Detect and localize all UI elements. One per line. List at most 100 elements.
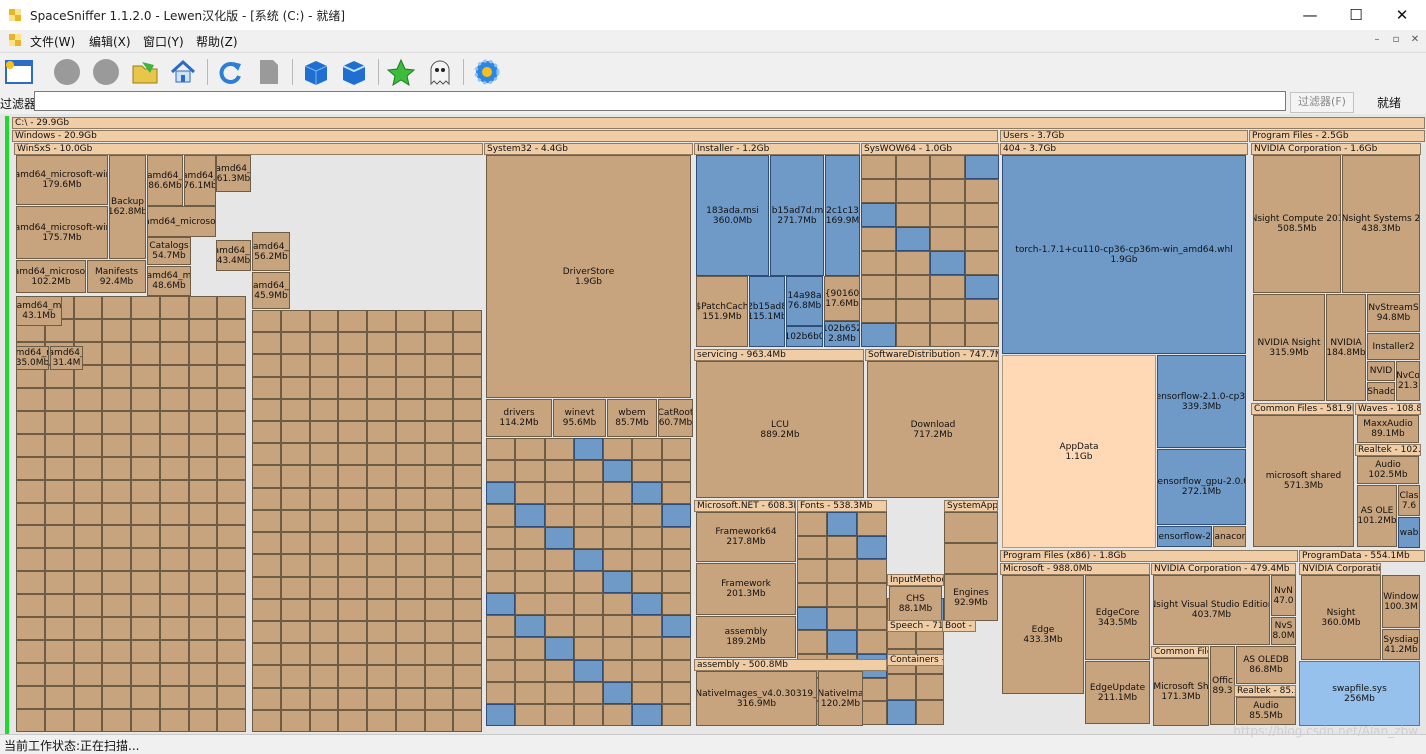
treemap-small-tile[interactable] (367, 532, 396, 555)
treemap-small-tile[interactable] (486, 482, 516, 505)
treemap-small-tile[interactable] (309, 598, 339, 621)
treemap-small-tile[interactable] (964, 155, 999, 179)
treemap-small-tile[interactable] (453, 354, 482, 377)
treemap-small-tile[interactable] (515, 637, 545, 660)
treemap-small-tile[interactable] (395, 354, 425, 377)
treemap-small-tile[interactable] (131, 341, 160, 365)
treemap-small-tile[interactable] (632, 548, 662, 571)
treemap-small-tile[interactable] (73, 594, 103, 618)
treemap-small-tile[interactable] (280, 354, 310, 377)
treemap-small-tile[interactable] (861, 227, 896, 251)
treemap-tile[interactable]: Installer2 (1367, 333, 1420, 360)
treemap-small-tile[interactable] (159, 594, 189, 618)
treemap-small-tile[interactable] (453, 709, 482, 732)
treemap-tile[interactable]: NVID (1367, 361, 1395, 381)
treemap-tile[interactable]: NvS 8.0M (1271, 617, 1296, 645)
treemap-small-tile[interactable] (661, 570, 691, 594)
treemap-small-tile[interactable] (188, 686, 218, 710)
treemap-small-tile[interactable] (603, 526, 633, 549)
treemap-small-tile[interactable] (661, 438, 691, 461)
treemap-tile[interactable]: amd64_76.1Mb (184, 155, 216, 206)
treemap-folder-header[interactable]: Microsoft.NET - 608.3Mb (694, 500, 796, 512)
treemap-small-tile[interactable] (159, 617, 189, 641)
treemap-small-tile[interactable] (544, 548, 574, 571)
treemap-small-tile[interactable] (603, 548, 633, 571)
treemap-small-tile[interactable] (73, 433, 103, 457)
treemap-tile[interactable]: NVIDIA Nsight 315.9Mb (1253, 294, 1325, 401)
treemap-small-tile[interactable] (252, 487, 281, 510)
treemap-folder-header[interactable]: Users - 3.7Gb (1000, 130, 1248, 142)
treemap-small-tile[interactable] (16, 571, 45, 595)
treemap-small-tile[interactable] (486, 460, 516, 483)
treemap-small-tile[interactable] (309, 421, 339, 444)
treemap-small-tile[interactable] (102, 318, 131, 342)
treemap-small-tile[interactable] (102, 410, 131, 434)
treemap-small-tile[interactable] (188, 617, 218, 641)
treemap-small-tile[interactable] (280, 687, 310, 710)
treemap-small-tile[interactable] (367, 554, 396, 577)
treemap-small-tile[interactable] (661, 681, 691, 704)
treemap-small-tile[interactable] (309, 465, 339, 488)
treemap-small-tile[interactable] (217, 479, 246, 503)
treemap-tile[interactable]: Nsight Systems 2 438.3Mb (1342, 155, 1420, 293)
treemap-small-tile[interactable] (486, 526, 516, 549)
treemap-small-tile[interactable] (486, 570, 516, 594)
treemap-small-tile[interactable] (603, 460, 633, 483)
treemap-small-tile[interactable] (887, 674, 916, 700)
treemap-small-tile[interactable] (16, 479, 45, 503)
treemap-small-tile[interactable] (661, 460, 691, 483)
treemap-small-tile[interactable] (338, 376, 367, 399)
treemap-small-tile[interactable] (338, 665, 367, 688)
treemap-small-tile[interactable] (188, 571, 218, 595)
treemap-small-tile[interactable] (915, 674, 944, 700)
treemap-small-tile[interactable] (661, 637, 691, 660)
treemap-tile[interactable]: amd64_ 56.2Mb (252, 232, 290, 271)
treemap-small-tile[interactable] (131, 387, 160, 411)
treemap-small-tile[interactable] (453, 532, 482, 555)
treemap-small-tile[interactable] (544, 615, 574, 638)
treemap-small-tile[interactable] (964, 275, 999, 299)
treemap-small-tile[interactable] (861, 299, 896, 323)
treemap-tile[interactable]: .anacon (1213, 526, 1246, 547)
treemap-tile[interactable]: Framework64 217.8Mb (696, 512, 796, 562)
treemap-small-tile[interactable] (424, 554, 454, 577)
treemap-small-tile[interactable] (632, 615, 662, 638)
treemap-small-tile[interactable] (424, 465, 454, 488)
treemap-small-tile[interactable] (861, 251, 896, 275)
treemap-small-tile[interactable] (252, 532, 281, 555)
treemap-small-tile[interactable] (603, 570, 633, 594)
treemap-tile[interactable]: amd64_ 86.6Mb (147, 155, 183, 206)
treemap-small-tile[interactable] (188, 709, 218, 732)
treemap-small-tile[interactable] (603, 438, 633, 461)
treemap-tile[interactable]: Audio 85.5Mb (1236, 697, 1296, 725)
treemap-tile[interactable]: Catalogs 54.7Mb (147, 237, 191, 265)
treemap-small-tile[interactable] (16, 502, 45, 526)
treemap-small-tile[interactable] (280, 487, 310, 510)
treemap-small-tile[interactable] (159, 296, 189, 319)
treemap-small-tile[interactable] (217, 525, 246, 549)
treemap-small-tile[interactable] (544, 460, 574, 483)
treemap-small-tile[interactable] (603, 593, 633, 616)
treemap-small-tile[interactable] (367, 398, 396, 422)
treemap-small-tile[interactable] (338, 487, 367, 510)
treemap-small-tile[interactable] (515, 681, 545, 704)
treemap-folder-header[interactable]: Microsoft - 988.0Mb (1000, 563, 1150, 575)
treemap-tile[interactable]: tensorflow-2. (1157, 526, 1212, 547)
treemap-tile[interactable]: Sysdiag 41.2Mb (1382, 629, 1420, 660)
treemap-tile[interactable]: $PatchCach 151.9Mb (696, 276, 748, 347)
treemap-small-tile[interactable] (395, 665, 425, 688)
treemap-small-tile[interactable] (453, 665, 482, 688)
treemap-small-tile[interactable] (661, 526, 691, 549)
treemap-small-tile[interactable] (453, 310, 482, 333)
treemap-small-tile[interactable] (102, 594, 131, 618)
treemap-small-tile[interactable] (159, 387, 189, 411)
treemap-tile[interactable]: amd64_ 31.4M (50, 346, 83, 370)
treemap-small-tile[interactable] (252, 354, 281, 377)
treemap-small-tile[interactable] (338, 576, 367, 599)
treemap-small-tile[interactable] (603, 504, 633, 527)
treemap-small-tile[interactable] (217, 410, 246, 434)
treemap-small-tile[interactable] (16, 456, 45, 480)
treemap-small-tile[interactable] (338, 443, 367, 466)
treemap-folder-header[interactable]: Common File (1151, 646, 1209, 658)
treemap-folder-header[interactable]: Installer - 1.2Gb (694, 143, 860, 155)
